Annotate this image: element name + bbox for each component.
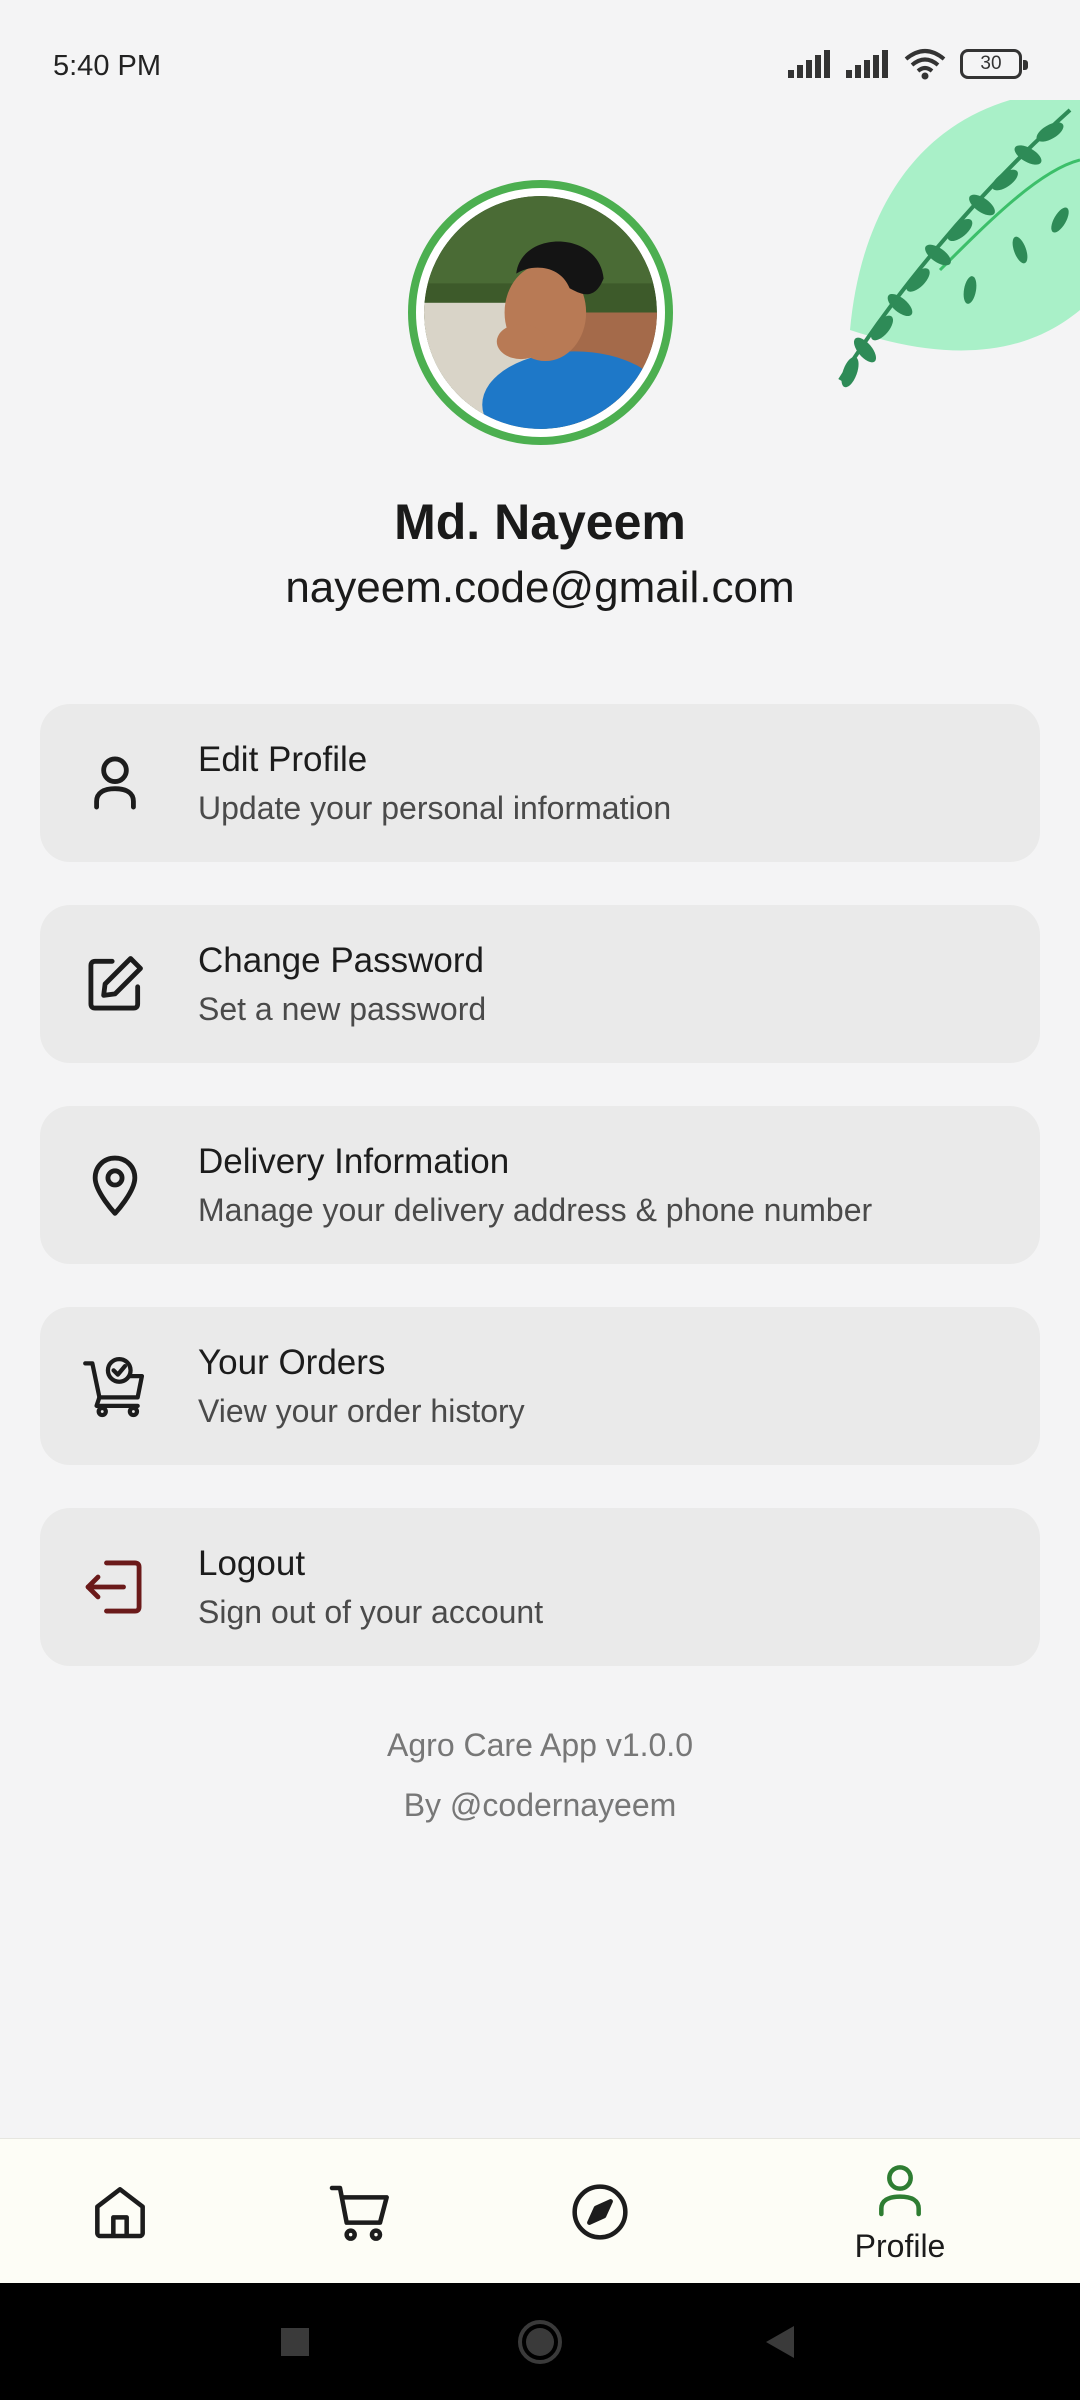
menu-item-title: Delivery Information [198, 1141, 510, 1181]
app-version: Agro Care App v1.0.0 [387, 1727, 693, 1763]
cart-check-icon [40, 1307, 190, 1465]
edit-icon [40, 905, 190, 1063]
change-password-button[interactable]: Change Password Set a new password [40, 905, 1040, 1063]
menu-item-subtitle: Update your personal information [198, 789, 672, 826]
status-icons: 30 [788, 48, 1028, 80]
menu-item-subtitle: Set a new password [198, 990, 487, 1027]
battery-icon: 30 [960, 49, 1028, 79]
menu-item-title: Edit Profile [198, 739, 368, 779]
signal-icon [788, 50, 830, 78]
status-time: 5:40 PM [53, 50, 161, 82]
location-pin-icon [40, 1106, 190, 1264]
menu-item-subtitle: View your order history [198, 1392, 525, 1429]
home-circle-icon[interactable] [485, 2283, 595, 2400]
menu-item-title: Change Password [198, 940, 484, 980]
profile-name: Md. Nayeem [394, 494, 686, 550]
profile-screen: 5:40 PM 30 Md. Nayeem nayeem.code@gmail.… [0, 0, 1080, 2400]
leaf-decoration [838, 100, 1080, 388]
battery-level: 30 [980, 53, 1002, 74]
recents-square-icon[interactable] [240, 2283, 350, 2400]
status-bar: 5:40 PM 30 [0, 0, 1080, 100]
signal-icon [846, 50, 888, 78]
back-triangle-icon[interactable] [725, 2283, 835, 2400]
edit-profile-button[interactable]: Edit Profile Update your personal inform… [40, 704, 1040, 862]
nav-profile-label: Profile [854, 2228, 946, 2264]
nav-profile[interactable]: Profile [820, 2139, 980, 2284]
menu-item-title: Your Orders [198, 1342, 386, 1382]
logout-button[interactable]: Logout Sign out of your account [40, 1508, 1040, 1666]
menu-item-subtitle: Manage your delivery address & phone num… [198, 1191, 873, 1228]
home-icon [95, 2186, 145, 2238]
nav-explore[interactable] [540, 2139, 660, 2284]
menu-item-title: Logout [198, 1543, 306, 1583]
app-author: By @codernayeem [403, 1787, 677, 1823]
avatar[interactable] [408, 180, 673, 445]
person-icon [40, 704, 190, 862]
menu-item-subtitle: Sign out of your account [198, 1593, 544, 1630]
delivery-information-button[interactable]: Delivery Information Manage your deliver… [40, 1106, 1040, 1264]
cart-icon [329, 2185, 389, 2241]
profile-email: nayeem.code@gmail.com [285, 563, 795, 612]
profile-icon [879, 2165, 921, 2217]
system-navigation-bar [0, 2283, 1080, 2400]
your-orders-button[interactable]: Your Orders View your order history [40, 1307, 1040, 1465]
nav-home[interactable] [60, 2139, 180, 2284]
logout-icon [40, 1508, 190, 1666]
avatar-photo [424, 196, 657, 429]
compass-icon [572, 2183, 628, 2240]
nav-cart[interactable] [300, 2139, 420, 2284]
bottom-navigation: Profile [0, 2138, 1080, 2283]
wifi-icon [904, 49, 946, 80]
